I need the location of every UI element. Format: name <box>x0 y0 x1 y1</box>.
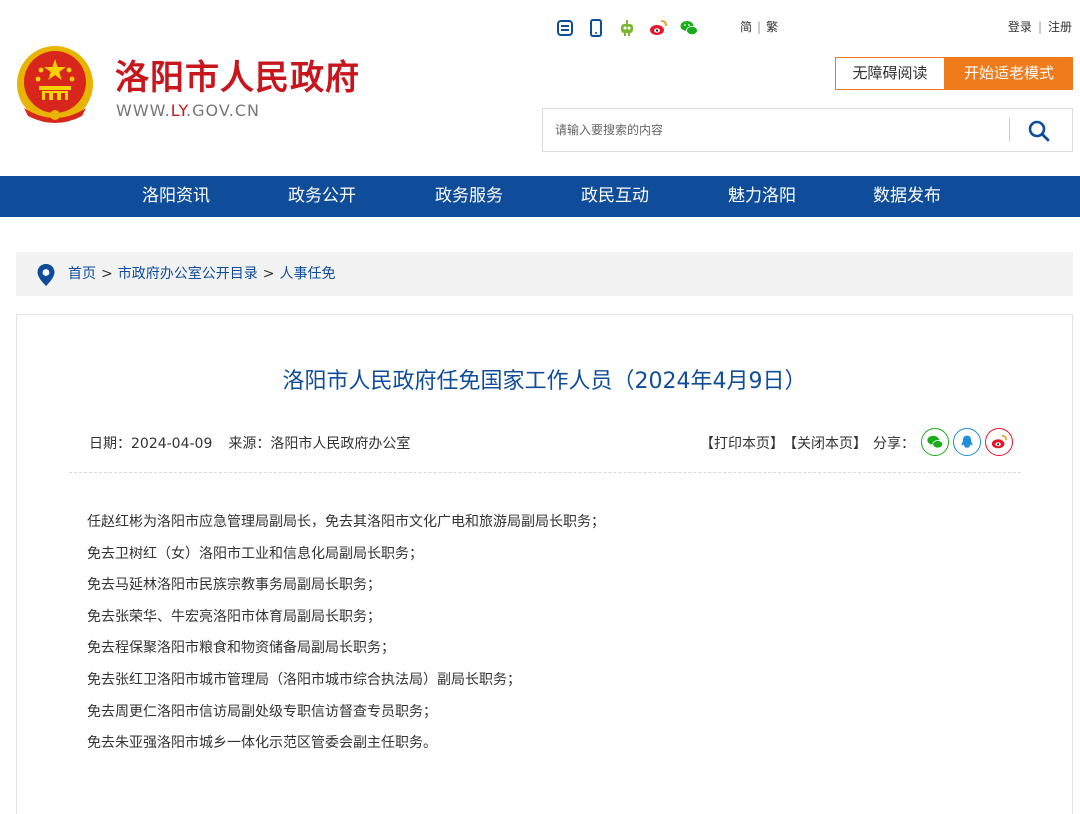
breadcrumb-sep: > <box>101 266 113 282</box>
article-line: 免去张荣华、牛宏亮洛阳市体育局副局长职务； <box>87 608 381 625</box>
article-line: 任赵红彬为洛阳市应急管理局副局长，免去其洛阳市文化广电和旅游局副局长职务； <box>87 514 605 530</box>
site-header: 洛阳市人民政府 WWW.LY.GOV.CN 简 | 繁 登录 | 注册 无障碍阅读 开始… <box>0 0 1080 176</box>
article-line: 免去程保聚洛阳市粮食和物资储备局副局长职务； <box>87 640 395 657</box>
close-page-link[interactable]: 【关闭本页】 <box>790 436 867 452</box>
register-link[interactable]: 注册 <box>1048 20 1072 34</box>
nav-item-data[interactable]: 数据发布 <box>851 176 963 217</box>
weibo-icon[interactable] <box>648 18 668 38</box>
top-icon-bar <box>555 17 710 39</box>
breadcrumb-current[interactable]: 人事任免 <box>279 266 335 282</box>
search-button[interactable] <box>1021 117 1057 145</box>
share-label: 分享： <box>873 436 915 452</box>
breadcrumb: 首页 > 市政府办公室公开目录 > 人事任免 <box>16 252 1073 296</box>
nav-item-services[interactable]: 政务服务 <box>413 176 525 217</box>
nav-item-charm[interactable]: 魅力洛阳 <box>706 176 818 217</box>
login-link[interactable]: 登录 <box>1008 20 1032 34</box>
national-emblem-icon[interactable] <box>14 42 96 128</box>
auth-links: 登录 | 注册 <box>1007 20 1072 34</box>
article-line: 免去周更仁洛阳市信访局副处级专职信访督查专员职务； <box>87 703 437 720</box>
share-weibo-button[interactable] <box>985 428 1013 456</box>
share-qq-button[interactable] <box>953 428 981 456</box>
url-highlight: LY <box>170 101 187 120</box>
lang-simplified[interactable]: 简 <box>740 20 752 34</box>
nav-item-interaction[interactable]: 政民互动 <box>559 176 671 217</box>
wechat-icon[interactable] <box>679 18 699 38</box>
wechat-icon <box>927 435 944 449</box>
share-icons <box>921 428 1017 456</box>
search-divider <box>1009 118 1010 142</box>
language-switch: 简 | 繁 <box>740 20 779 34</box>
site-title[interactable]: 洛阳市人民政府 <box>115 50 360 99</box>
app-icon[interactable] <box>555 18 575 38</box>
site-url: WWW.LY.GOV.CN <box>116 101 260 120</box>
url-suffix: .GOV.CN <box>186 101 260 120</box>
breadcrumb-home[interactable]: 首页 <box>68 266 96 282</box>
article-source: 来源：洛阳市人民政府办公室 <box>228 436 411 452</box>
search-box <box>542 108 1073 152</box>
article-line: 免去卫树红（女）洛阳市工业和信息化局副局长职务； <box>87 545 423 562</box>
url-prefix: WWW. <box>116 101 171 120</box>
breadcrumb-path: 首页 > 市政府办公室公开目录 > 人事任免 <box>68 252 335 296</box>
accessible-reading-button[interactable]: 无障碍阅读 <box>835 57 945 90</box>
search-input[interactable] <box>555 120 995 140</box>
print-page-link[interactable]: 【打印本页】 <box>700 436 784 452</box>
location-pin-icon <box>37 264 55 286</box>
article-meta: 日期：2024-04-09 来源：洛阳市人民政府办公室 <box>89 433 410 453</box>
article-divider <box>69 472 1021 473</box>
nav-item-open-affairs[interactable]: 政务公开 <box>266 176 378 217</box>
main-nav: 洛阳资讯 政务公开 政务服务 政民互动 魅力洛阳 数据发布 <box>0 176 1080 217</box>
article-date: 日期：2024-04-09 <box>89 436 213 452</box>
article-line: 免去朱亚强洛阳市城乡一体化示范区管委会副主任职务。 <box>87 735 437 752</box>
search-icon <box>1028 120 1050 142</box>
weibo-icon <box>991 434 1008 449</box>
article-tools: 【打印本页】 【关闭本页】 分享： <box>700 433 921 453</box>
mobile-icon[interactable] <box>586 18 606 38</box>
lang-traditional[interactable]: 繁 <box>766 20 778 34</box>
share-wechat-button[interactable] <box>921 428 949 456</box>
nav-item-news[interactable]: 洛阳资讯 <box>120 176 232 217</box>
article-line: 免去张红卫洛阳市城市管理局（洛阳市城市综合执法局）副局长职务； <box>87 671 521 688</box>
article-body: 任赵红彬为洛阳市应急管理局副局长，免去其洛阳市文化广电和旅游局副局长职务； 免去… <box>87 512 605 765</box>
qq-icon <box>961 435 973 448</box>
article-title: 洛阳市人民政府任免国家工作人员（2024年4月9日） <box>282 369 807 394</box>
article-panel: 洛阳市人民政府任免国家工作人员（2024年4月9日） 日期：2024-04-09… <box>16 314 1073 814</box>
elder-mode-button[interactable]: 开始适老模式 <box>945 57 1073 90</box>
breadcrumb-sep: > <box>262 266 275 282</box>
breadcrumb-section[interactable]: 市政府办公室公开目录 <box>118 266 258 282</box>
article-line: 免去马延林洛阳市民族宗教事务局副局长职务； <box>87 577 381 594</box>
robot-icon[interactable] <box>617 18 637 38</box>
